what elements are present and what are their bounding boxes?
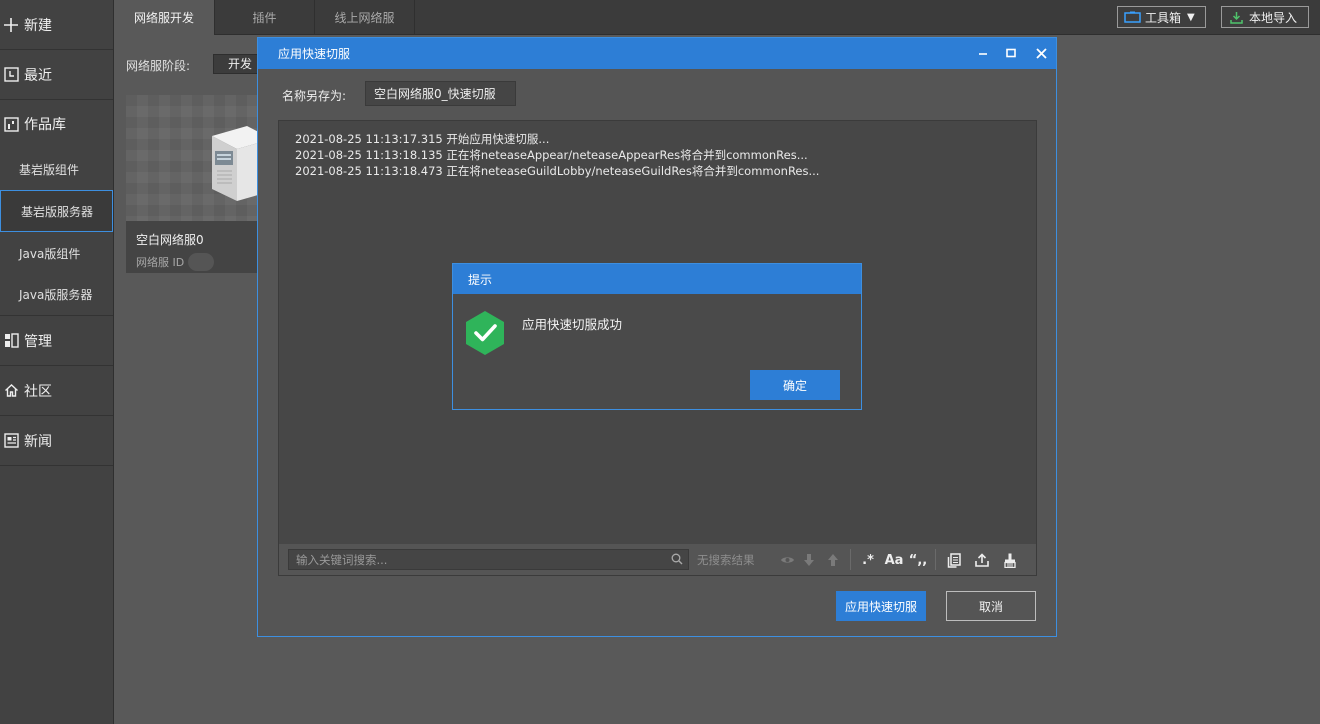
news-icon [2,432,20,450]
sidebar-item-new[interactable]: 新建 [0,0,113,50]
server-thumbnail [126,95,272,221]
plus-icon [2,16,20,34]
local-import-button[interactable]: 本地导入 [1221,6,1309,28]
log-search-input[interactable] [288,549,689,570]
log-line: 2021-08-25 11:13:18.135 正在将neteaseAppear… [295,148,808,162]
apply-quick-switch-button[interactable]: 应用快速切服 [836,591,926,621]
sidebar-item-news[interactable]: 新闻 [0,416,113,466]
log-line: 2021-08-25 11:13:18.473 正在将neteaseGuildL… [295,164,820,178]
toolbar-divider [850,549,851,570]
tab-server-dev[interactable]: 网络服开发 [114,0,215,35]
success-check-icon [466,311,504,355]
save-as-label: 名称另存为: [282,89,347,103]
top-bar: 网络服开发 插件 线上网络服 工具箱 ▼ 本地导入 [114,0,1320,35]
server-id-redacted [188,253,215,271]
sidebar-item-community[interactable]: 社区 [0,366,113,416]
export-icon[interactable] [973,551,991,569]
server-card-title: 空白网络服0 [136,233,204,247]
close-icon[interactable] [1032,44,1050,62]
toolbox-button[interactable]: 工具箱 ▼ [1117,6,1206,28]
alert-title: 提示 [453,264,861,294]
search-icon[interactable] [671,553,683,565]
sidebar-sub-label: Java版组件 [19,246,81,261]
stage-select[interactable]: 开发阶段 [213,54,263,74]
dialog-titlebar: 应用快速切服 [258,38,1056,69]
import-label: 本地导入 [1249,10,1298,25]
sidebar-item-library[interactable]: 作品库 [0,100,113,148]
sidebar-item-label: 新建 [24,17,52,34]
save-as-input[interactable] [365,81,516,106]
sidebar-item-label: 作品库 [24,117,66,133]
sidebar-item-label: 管理 [24,333,52,350]
sidebar-item-label: 社区 [24,383,52,400]
match-case-icon[interactable]: Aa [883,551,905,569]
stage-label: 网络服阶段: [126,59,191,73]
tab-plugins[interactable]: 插件 [215,0,315,35]
log-toolbar: 无搜索结果 .* Aa “,, [279,544,1036,575]
sidebar-sub-bedrock-server[interactable]: 基岩版服务器 [0,190,113,232]
alert-message: 应用快速切服成功 [522,317,623,332]
sidebar-sub-bedrock-component[interactable]: 基岩版组件 [0,148,113,190]
dialog-title: 应用快速切服 [278,47,351,61]
alert-dialog: 提示 应用快速切服成功 确定 [452,263,862,410]
sidebar-sub-label: 基岩版组件 [19,162,80,177]
home-icon [2,382,20,400]
sidebar-sub-java-component[interactable]: Java版组件 [0,232,113,274]
sidebar-item-recent[interactable]: 最近 [0,50,113,100]
manage-icon [2,332,20,350]
sidebar-sub-java-server[interactable]: Java版服务器 [0,274,113,316]
stage-value: 开发阶段 [228,57,253,71]
whole-word-icon[interactable]: “,, [908,551,928,569]
maximize-icon[interactable] [1002,44,1020,62]
sidebar-sub-label: Java版服务器 [19,288,93,302]
toolbox-label: 工具箱 [1145,10,1182,25]
sidebar-item-label: 最近 [24,67,52,84]
toolbox-icon [1124,11,1141,23]
log-line: 2021-08-25 11:13:17.315 开始应用快速切服... [295,132,550,146]
ok-button[interactable]: 确定 [750,370,840,400]
cancel-button[interactable]: 取消 [946,591,1036,621]
sidebar-sub-label: 基岩版服务器 [21,204,94,219]
server-card-id: 网络服 ID [136,253,215,271]
server-id-label: 网络服 ID [136,256,185,269]
minimize-icon[interactable] [974,44,992,62]
arrow-down-icon[interactable] [800,551,818,569]
search-result-count: 无搜索结果 [697,553,755,567]
clock-icon [2,66,20,84]
arrow-up-icon[interactable] [824,551,842,569]
copy-icon[interactable] [945,551,963,569]
tab-online-servers[interactable]: 线上网络服 [315,0,415,35]
regex-icon[interactable]: .* [859,551,877,569]
server-card[interactable]: 空白网络服0 网络服 ID [126,95,272,273]
toolbar-divider [935,549,936,570]
caret-down-icon: ▼ [1187,11,1195,23]
eye-icon[interactable] [778,551,796,569]
sidebar: 新建 最近 作品库 基岩版组件 基岩版服务器 Java版组件 Java版服务器 … [0,0,114,724]
download-icon [1230,11,1243,24]
library-icon [2,115,20,133]
sidebar-item-label: 新闻 [24,433,52,450]
clear-broom-icon[interactable] [1001,551,1019,569]
sidebar-item-manage[interactable]: 管理 [0,316,113,366]
